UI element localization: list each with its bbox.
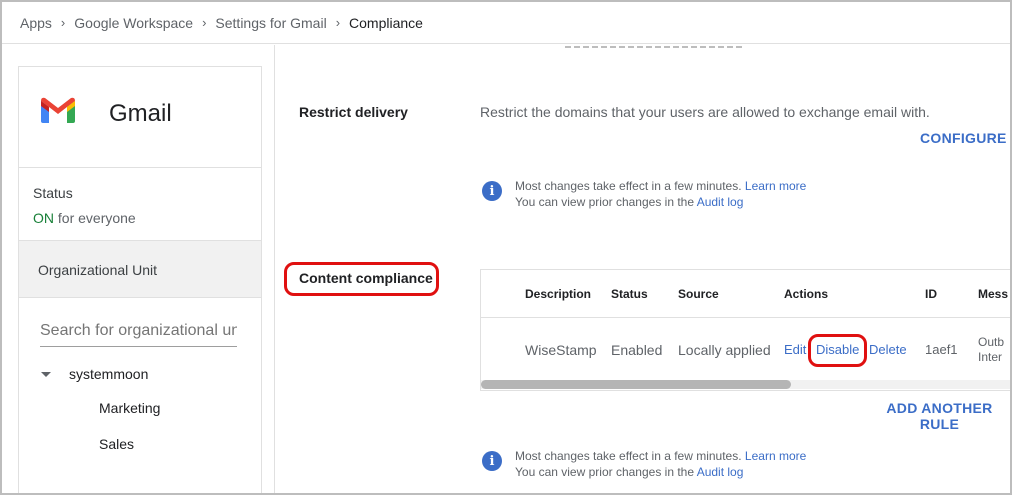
gmail-logo-icon (41, 97, 75, 123)
table-header: Description Status Source Actions ID Mes… (481, 270, 1010, 318)
table-row: WiseStamp Enabled Locally applied Edit D… (481, 319, 1010, 379)
column-header-message[interactable]: Mess (978, 287, 1008, 301)
info-text: You can view prior changes in the (515, 465, 695, 479)
tree-item-label: systemmoon (69, 366, 149, 382)
restrict-delivery-description: Restrict the domains that your users are… (480, 104, 930, 120)
tree-item-marketing[interactable]: Marketing (19, 400, 261, 420)
main-content: Restrict delivery Restrict the domains t… (274, 45, 1010, 493)
chevron-right-icon: › (202, 15, 207, 30)
restrict-delivery-info: i Most changes take effect in a few minu… (482, 178, 806, 210)
info-text: Most changes take effect in a few minute… (515, 179, 742, 193)
tree-item-sales[interactable]: Sales (19, 436, 261, 456)
audit-log-link[interactable]: Audit log (697, 465, 744, 479)
column-header-source[interactable]: Source (678, 287, 719, 301)
app-header: Gmail (19, 67, 261, 168)
table-scrollbar-thumb[interactable] (481, 380, 791, 389)
add-another-rule-button[interactable]: ADD ANOTHER RULE (865, 400, 1010, 432)
app-name: Gmail (109, 100, 172, 127)
rule-description: WiseStamp (525, 342, 597, 358)
status-box[interactable]: Status ON for everyone (19, 168, 261, 241)
clipped-text-above (565, 45, 745, 49)
ou-header: Organizational Unit (19, 241, 261, 298)
status-title: Status (33, 185, 73, 201)
ou-search-wrap (40, 322, 237, 347)
status-scope-label: for everyone (57, 210, 136, 226)
column-header-status[interactable]: Status (611, 287, 648, 301)
status-value: ON for everyone (33, 210, 261, 226)
info-icon: i (482, 181, 502, 201)
info-text: Most changes take effect in a few minute… (515, 449, 742, 463)
rules-table: Description Status Source Actions ID Mes… (480, 269, 1010, 391)
caret-down-icon[interactable] (41, 371, 51, 377)
breadcrumb-google-workspace[interactable]: Google Workspace (74, 15, 193, 31)
annotation-highlight-disable (808, 334, 867, 367)
breadcrumb-apps[interactable]: Apps (20, 15, 52, 31)
window-frame: Apps › Google Workspace › Settings for G… (0, 0, 1012, 495)
status-on-label: ON (33, 210, 54, 226)
annotation-highlight-content-compliance (284, 262, 439, 296)
breadcrumb: Apps › Google Workspace › Settings for G… (2, 2, 1010, 44)
configure-button[interactable]: CONFIGURE (920, 130, 1007, 146)
edit-rule-link[interactable]: Edit (784, 342, 806, 357)
breadcrumb-settings-for-gmail[interactable]: Settings for Gmail (215, 15, 326, 31)
rule-source: Locally applied (678, 342, 771, 358)
learn-more-link[interactable]: Learn more (745, 179, 806, 193)
tree-item-systemmoon[interactable]: systemmoon (19, 364, 261, 384)
rule-id: 1aef1 (925, 342, 958, 357)
left-panel: Gmail Status ON for everyone Organizatio… (18, 66, 262, 493)
delete-rule-link[interactable]: Delete (869, 342, 907, 357)
breadcrumb-compliance: Compliance (349, 14, 423, 31)
learn-more-link[interactable]: Learn more (745, 449, 806, 463)
restrict-delivery-label: Restrict delivery (299, 104, 408, 120)
column-header-id[interactable]: ID (925, 287, 937, 301)
column-header-description[interactable]: Description (525, 287, 591, 301)
info-text: You can view prior changes in the (515, 195, 695, 209)
chevron-right-icon: › (335, 15, 341, 30)
content-compliance-info: i Most changes take effect in a few minu… (482, 448, 806, 480)
info-icon: i (482, 451, 502, 471)
rule-status: Enabled (611, 342, 663, 358)
ou-search-input[interactable] (40, 322, 237, 340)
rule-message-line1: Outb (978, 335, 1005, 349)
audit-log-link[interactable]: Audit log (697, 195, 744, 209)
chevron-right-icon: › (60, 15, 66, 30)
column-header-actions: Actions (784, 287, 829, 301)
rule-message-line2: Inter (978, 350, 1003, 364)
